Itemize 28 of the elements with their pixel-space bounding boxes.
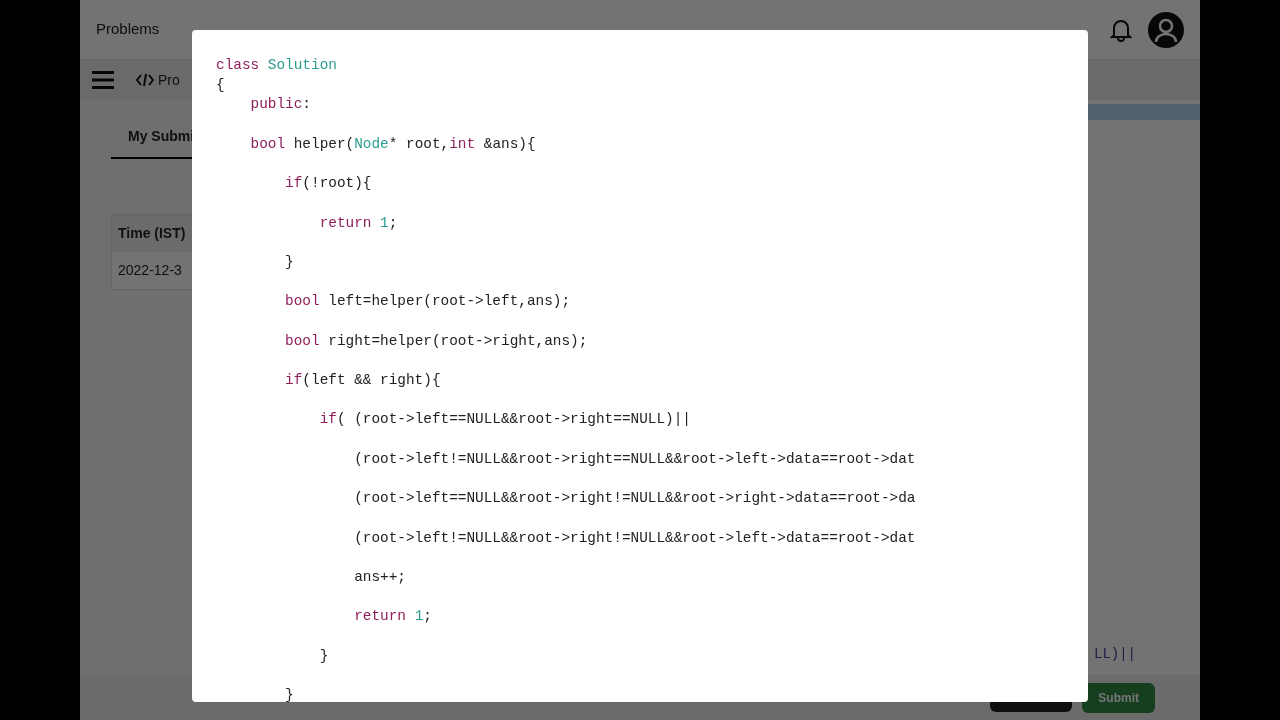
table-cell-text: 2022-12-3 <box>117 261 183 280</box>
avatar-icon[interactable] <box>1148 11 1184 48</box>
code-line: bool right=helper(root->right,ans); <box>284 331 588 351</box>
nav-link[interactable]: Problems <box>96 18 160 41</box>
code-line: if(!root){ <box>284 174 372 194</box>
code-line: } <box>284 686 294 702</box>
problem-tab[interactable]: Pro <box>136 69 180 91</box>
code-line: return 1; <box>353 607 432 627</box>
code-line: } <box>318 646 329 666</box>
code-line: class Solution <box>216 56 337 75</box>
code-line: { <box>216 75 225 95</box>
bell-icon[interactable] <box>1110 17 1132 42</box>
code-line: ans++; <box>353 567 406 587</box>
code-icon <box>136 73 154 87</box>
code-line: bool helper(Node* root,int &ans){ <box>249 134 536 154</box>
code-line: } <box>284 252 294 272</box>
code-line: if( (root->left==NULL&&root->right==NULL)|| <box>318 410 691 430</box>
code-line: (root->left!=NULL&&root->right!=NULL&&root->left->data==root->dat <box>353 528 916 548</box>
code-line: (root->left==NULL&&root->right!=NULL&&root->right->data==root->da <box>353 489 916 509</box>
code-line: return 1; <box>318 213 398 233</box>
code-line: LL)|| <box>1093 645 1136 664</box>
code-line: if(left && right){ <box>284 371 441 390</box>
code-line: bool left=helper(root->left,ans); <box>284 292 571 312</box>
column-header: Time (IST) <box>112 215 192 252</box>
menu-icon[interactable] <box>92 71 114 89</box>
submit-button[interactable]: Submit <box>1082 682 1155 713</box>
code-line: (root->left!=NULL&&root->right==NULL&&root->left->data==root->dat <box>353 449 916 469</box>
code-line: public: <box>249 95 311 115</box>
